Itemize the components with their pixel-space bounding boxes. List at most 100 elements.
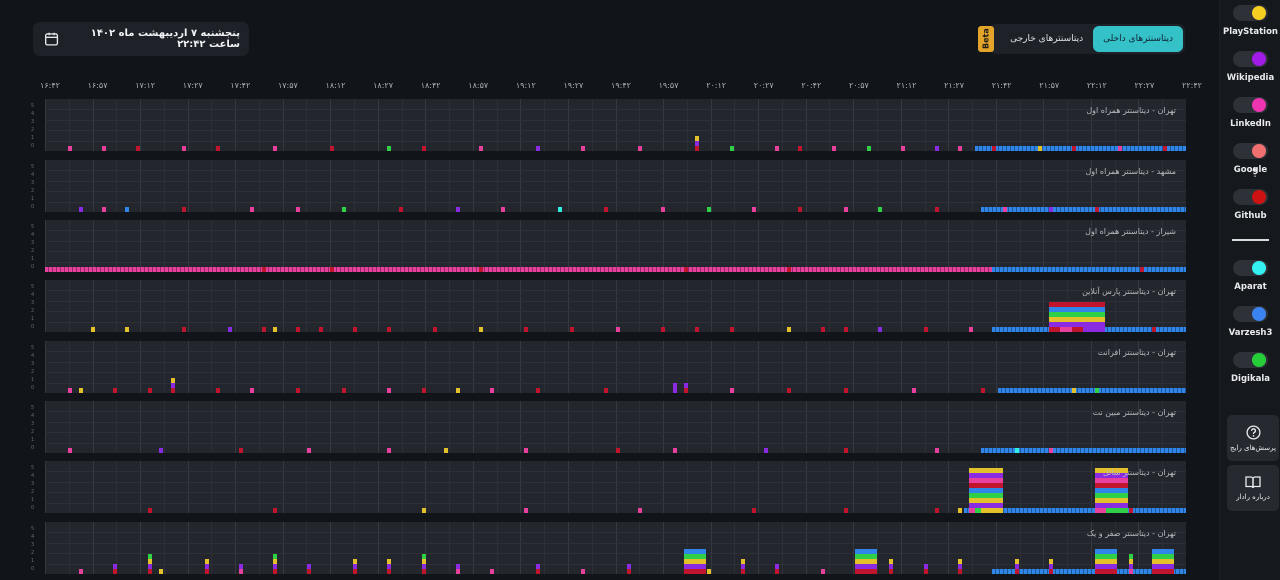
outage-mark[interactable] <box>1151 554 1174 559</box>
outage-mark[interactable] <box>877 207 882 212</box>
outage-mark[interactable] <box>124 207 129 212</box>
service-toggle-playstation[interactable]: PlayStation <box>1220 5 1280 37</box>
outage-mark[interactable] <box>79 569 84 574</box>
outage-mark[interactable] <box>615 327 620 332</box>
outage-mark[interactable] <box>741 559 745 564</box>
outage-mark[interactable] <box>877 327 882 332</box>
outage-mark[interactable] <box>387 327 392 332</box>
outage-mark[interactable] <box>489 569 494 574</box>
outage-mark[interactable] <box>113 388 118 393</box>
outage-mark[interactable] <box>706 207 711 212</box>
outage-mark[interactable] <box>387 559 392 564</box>
outage-mark[interactable] <box>535 388 540 393</box>
outage-mark[interactable] <box>1106 493 1129 498</box>
outage-mark[interactable] <box>296 327 301 332</box>
outage-mark[interactable] <box>1140 267 1145 272</box>
outage-mark[interactable] <box>957 508 962 513</box>
outage-mark[interactable] <box>855 569 878 574</box>
outage-mark[interactable] <box>250 388 255 393</box>
outage-mark[interactable] <box>980 468 1003 473</box>
outage-mark[interactable] <box>421 569 426 574</box>
outage-mark[interactable] <box>1083 327 1106 332</box>
outage-mark[interactable] <box>957 564 962 569</box>
outage-mark[interactable] <box>1151 564 1174 569</box>
outage-mark[interactable] <box>832 146 837 151</box>
outage-mark[interactable] <box>238 564 243 569</box>
outage-mark[interactable] <box>775 564 780 569</box>
outage-mark[interactable] <box>1071 388 1076 393</box>
outage-mark[interactable] <box>170 378 175 383</box>
outage-mark[interactable] <box>980 388 985 393</box>
outage-mark[interactable] <box>421 559 426 564</box>
outage-mark[interactable] <box>889 559 894 564</box>
outage-mark[interactable] <box>843 207 848 212</box>
outage-mark[interactable] <box>1071 146 1076 151</box>
outage-mark[interactable] <box>1049 569 1054 574</box>
outage-mark[interactable] <box>79 207 84 212</box>
outage-mark[interactable] <box>980 503 1003 508</box>
outage-mark[interactable] <box>843 327 848 332</box>
outage-mark[interactable] <box>273 564 278 569</box>
outage-mark[interactable] <box>1049 564 1054 569</box>
toggle-switch[interactable] <box>1233 260 1268 276</box>
outage-mark[interactable] <box>330 146 335 151</box>
outage-mark[interactable] <box>786 267 791 272</box>
outage-mark[interactable] <box>216 388 221 393</box>
outage-mark[interactable] <box>980 483 1003 488</box>
outage-mark[interactable] <box>695 136 700 141</box>
outage-mark[interactable] <box>227 327 232 332</box>
outage-mark[interactable] <box>661 327 666 332</box>
outage-mark[interactable] <box>1083 317 1106 322</box>
outage-mark[interactable] <box>638 146 643 151</box>
outage-mark[interactable] <box>695 327 700 332</box>
outage-mark[interactable] <box>980 473 1003 478</box>
outage-mark[interactable] <box>604 207 609 212</box>
outage-mark[interactable] <box>752 508 757 513</box>
outage-mark[interactable] <box>353 559 358 564</box>
outage-mark[interactable] <box>113 564 118 569</box>
outage-mark[interactable] <box>934 508 939 513</box>
tab-foreign-datacenters[interactable]: دیتاسنترهای خارجی <box>1000 26 1093 52</box>
toggle-switch[interactable] <box>1233 306 1268 322</box>
outage-mark[interactable] <box>706 569 711 574</box>
outage-mark[interactable] <box>387 388 392 393</box>
outage-mark[interactable] <box>729 146 734 151</box>
outage-mark[interactable] <box>147 388 152 393</box>
outage-mark[interactable] <box>957 146 962 151</box>
outage-mark[interactable] <box>1128 554 1133 559</box>
outage-mark[interactable] <box>147 569 152 574</box>
outage-mark[interactable] <box>923 327 928 332</box>
outage-mark[interactable] <box>535 569 540 574</box>
outage-mark[interactable] <box>672 388 677 393</box>
outage-mark[interactable] <box>923 569 928 574</box>
about-button[interactable]: درباره رادار <box>1227 465 1279 511</box>
outage-mark[interactable] <box>1094 388 1099 393</box>
outage-mark[interactable] <box>855 559 878 564</box>
outage-mark[interactable] <box>957 569 962 574</box>
outage-mark[interactable] <box>683 564 706 569</box>
outage-mark[interactable] <box>147 508 152 513</box>
outage-mark[interactable] <box>1049 207 1054 212</box>
outage-mark[interactable] <box>170 383 175 388</box>
outage-mark[interactable] <box>820 327 825 332</box>
outage-mark[interactable] <box>775 146 780 151</box>
outage-mark[interactable] <box>820 569 825 574</box>
outage-mark[interactable] <box>855 554 878 559</box>
outage-mark[interactable] <box>307 448 312 453</box>
outage-mark[interactable] <box>934 146 939 151</box>
outage-mark[interactable] <box>273 327 278 332</box>
outage-mark[interactable] <box>307 564 312 569</box>
outage-mark[interactable] <box>455 207 460 212</box>
outage-mark[interactable] <box>912 388 917 393</box>
outage-mark[interactable] <box>341 207 346 212</box>
outage-mark[interactable] <box>604 388 609 393</box>
outage-mark[interactable] <box>866 146 871 151</box>
outage-mark[interactable] <box>79 388 84 393</box>
outage-mark[interactable] <box>923 564 928 569</box>
outage-mark[interactable] <box>387 564 392 569</box>
outage-mark[interactable] <box>980 493 1003 498</box>
outage-mark[interactable] <box>67 146 72 151</box>
outage-mark[interactable] <box>421 146 426 151</box>
outage-mark[interactable] <box>478 267 483 272</box>
outage-mark[interactable] <box>798 207 803 212</box>
